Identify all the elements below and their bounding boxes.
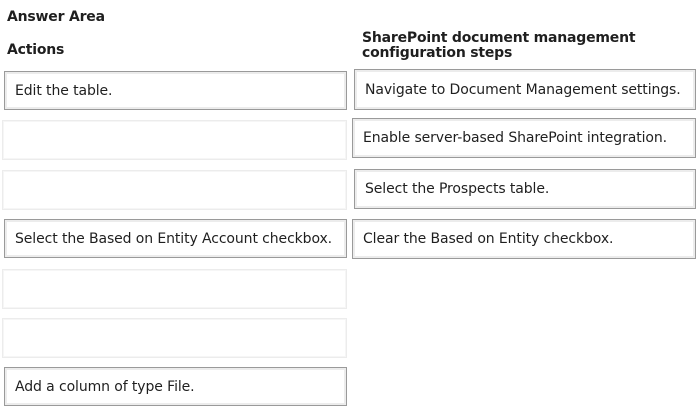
step-item-enable-sharepoint-integration[interactable]: Enable server-based SharePoint integrati… (352, 118, 696, 158)
action-item-select-based-on-entity-account[interactable]: Select the Based on Entity Account check… (4, 219, 347, 258)
action-slot-empty[interactable] (2, 170, 347, 210)
action-slot-empty[interactable] (2, 269, 347, 309)
step-item-navigate-document-management[interactable]: Navigate to Document Management settings… (354, 69, 696, 110)
step-item-clear-based-on-entity[interactable]: Clear the Based on Entity checkbox. (352, 219, 696, 259)
action-slot-empty[interactable] (2, 318, 347, 358)
action-slot-empty[interactable] (2, 120, 347, 160)
answer-area-title: Answer Area (7, 9, 105, 25)
action-item-add-file-column[interactable]: Add a column of type File. (4, 367, 347, 406)
action-item-edit-table[interactable]: Edit the table. (4, 71, 347, 110)
steps-heading: SharePoint document management configura… (362, 30, 636, 61)
step-item-select-prospects-table[interactable]: Select the Prospects table. (354, 169, 696, 209)
actions-heading: Actions (7, 42, 65, 58)
